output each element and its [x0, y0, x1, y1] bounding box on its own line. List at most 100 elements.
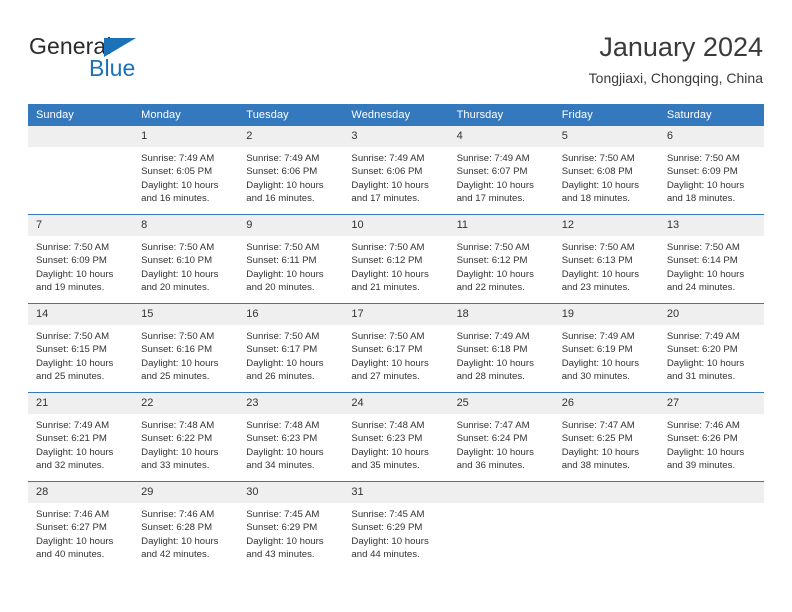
sunset-text: Sunset: 6:27 PM	[36, 522, 107, 534]
sunrise-text: Sunrise: 7:50 AM	[561, 153, 635, 164]
sunrise-text: Sunrise: 7:49 AM	[351, 153, 425, 164]
daylight-text-line2: and 26 minutes.	[246, 370, 315, 382]
calendar-day-cell[interactable]: 27 Sunrise: 7:46 AM Sunset: 6:26 PM Dayligh…	[658, 392, 764, 482]
calendar-day-cell[interactable]: 28 Sunrise: 7:46 AM Sunset: 6:27 PM Dayligh…	[28, 481, 134, 570]
daylight-text-line2: and 34 minutes.	[246, 459, 315, 471]
sunrise-text: Sunrise: 7:50 AM	[456, 242, 530, 253]
sunrise-text: Sunrise: 7:50 AM	[351, 242, 425, 253]
calendar-day-cell[interactable]: 12 Sunrise: 7:50 AM Sunset: 6:13 PM Dayligh…	[553, 214, 659, 304]
calendar-day-cell[interactable]: 19 Sunrise: 7:49 AM Sunset: 6:19 PM Dayligh…	[553, 303, 659, 393]
calendar-day-cell[interactable]: 16 Sunrise: 7:50 AM Sunset: 6:17 PM Dayligh…	[238, 303, 344, 393]
calendar-day-cell[interactable]: 23 Sunrise: 7:48 AM Sunset: 6:23 PM Dayligh…	[238, 392, 344, 482]
day-details: Sunrise: 7:50 AM Sunset: 6:17 PM Daylight:…	[238, 325, 343, 383]
calendar-day-cell[interactable]: 17 Sunrise: 7:50 AM Sunset: 6:17 PM Dayligh…	[343, 303, 449, 393]
day-number: 3	[343, 126, 449, 147]
daylight-text-line2: and 25 minutes.	[36, 370, 105, 382]
day-number: 5	[553, 126, 659, 147]
calendar-day-cell-empty	[553, 481, 659, 570]
calendar-day-cell-empty	[28, 126, 134, 215]
calendar-week-row: 28 Sunrise: 7:46 AM Sunset: 6:27 PM Dayligh…	[28, 481, 764, 570]
sunrise-text: Sunrise: 7:48 AM	[141, 420, 215, 431]
daylight-text-line1: Daylight: 10 hours	[456, 446, 534, 458]
day-number: 12	[553, 215, 659, 236]
daylight-text-line1: Daylight: 10 hours	[141, 357, 219, 369]
calendar-day-cell[interactable]: 11 Sunrise: 7:50 AM Sunset: 6:12 PM Dayligh…	[448, 214, 554, 304]
day-number: 23	[238, 393, 344, 414]
day-number: 27	[658, 393, 764, 414]
day-details: Sunrise: 7:50 AM Sunset: 6:14 PM Daylight:…	[659, 236, 764, 294]
day-details: Sunrise: 7:49 AM Sunset: 6:06 PM Daylight:…	[238, 147, 343, 205]
sunrise-text: Sunrise: 7:50 AM	[141, 242, 215, 253]
calendar-week-row: 21 Sunrise: 7:49 AM Sunset: 6:21 PM Dayligh…	[28, 392, 764, 482]
calendar-day-cell[interactable]: 1 Sunrise: 7:49 AM Sunset: 6:05 PM Daylight…	[133, 126, 239, 215]
day-details: Sunrise: 7:50 AM Sunset: 6:13 PM Daylight:…	[554, 236, 659, 294]
day-details: Sunrise: 7:45 AM Sunset: 6:29 PM Daylight:…	[343, 503, 448, 561]
sunrise-text: Sunrise: 7:46 AM	[36, 509, 110, 520]
day-number: 30	[238, 482, 344, 503]
daylight-text-line1: Daylight: 10 hours	[351, 357, 429, 369]
calendar-day-cell[interactable]: 4 Sunrise: 7:49 AM Sunset: 6:07 PM Daylight…	[448, 126, 554, 215]
calendar-day-cell[interactable]: 25 Sunrise: 7:47 AM Sunset: 6:24 PM Dayligh…	[448, 392, 554, 482]
calendar-day-cell[interactable]: 15 Sunrise: 7:50 AM Sunset: 6:16 PM Dayligh…	[133, 303, 239, 393]
calendar-day-cell[interactable]: 10 Sunrise: 7:50 AM Sunset: 6:12 PM Dayligh…	[343, 214, 449, 304]
sunset-text: Sunset: 6:28 PM	[141, 522, 213, 534]
calendar-day-cell[interactable]: 9 Sunrise: 7:50 AM Sunset: 6:11 PM Daylight…	[238, 214, 344, 304]
calendar-day-cell[interactable]: 22 Sunrise: 7:48 AM Sunset: 6:22 PM Dayligh…	[133, 392, 239, 482]
day-details: Sunrise: 7:50 AM Sunset: 6:17 PM Daylight:…	[343, 325, 448, 383]
calendar-day-cell[interactable]: 21 Sunrise: 7:49 AM Sunset: 6:21 PM Dayligh…	[28, 392, 134, 482]
calendar-day-cell[interactable]: 14 Sunrise: 7:50 AM Sunset: 6:15 PM Dayligh…	[28, 303, 134, 393]
calendar-day-cell[interactable]: 8 Sunrise: 7:50 AM Sunset: 6:10 PM Daylight…	[133, 214, 239, 304]
title-block: January 2024 Tongjiaxi, Chongqing, China	[589, 30, 763, 89]
sunset-text: Sunset: 6:08 PM	[561, 166, 633, 178]
sunrise-text: Sunrise: 7:46 AM	[141, 509, 215, 520]
day-details: Sunrise: 7:46 AM Sunset: 6:27 PM Daylight:…	[28, 503, 133, 561]
sunset-text: Sunset: 6:07 PM	[456, 166, 528, 178]
calendar-day-cell[interactable]: 13 Sunrise: 7:50 AM Sunset: 6:14 PM Dayligh…	[658, 214, 764, 304]
daylight-text-line2: and 31 minutes.	[666, 370, 736, 382]
sunrise-text: Sunrise: 7:47 AM	[456, 420, 530, 431]
sunset-text: Sunset: 6:29 PM	[351, 522, 423, 534]
sunset-text: Sunset: 6:23 PM	[246, 433, 318, 445]
sunrise-text: Sunrise: 7:45 AM	[246, 509, 320, 520]
day-number: 9	[238, 215, 344, 236]
day-number: 10	[343, 215, 449, 236]
calendar-day-cell[interactable]: 18 Sunrise: 7:49 AM Sunset: 6:18 PM Dayligh…	[448, 303, 554, 393]
calendar-day-cell[interactable]: 31 Sunrise: 7:45 AM Sunset: 6:29 PM Dayligh…	[343, 481, 449, 570]
daylight-text-line1: Daylight: 10 hours	[36, 446, 114, 458]
daylight-text-line1: Daylight: 10 hours	[141, 535, 219, 547]
sunrise-text: Sunrise: 7:47 AM	[561, 420, 635, 431]
calendar-day-cell[interactable]: 20 Sunrise: 7:49 AM Sunset: 6:20 PM Dayligh…	[658, 303, 764, 393]
day-details: Sunrise: 7:46 AM Sunset: 6:28 PM Daylight:…	[133, 503, 238, 561]
calendar-day-cell[interactable]: 3 Sunrise: 7:49 AM Sunset: 6:06 PM Daylight…	[343, 126, 449, 215]
daylight-text-line1: Daylight: 10 hours	[141, 268, 219, 280]
day-details: Sunrise: 7:49 AM Sunset: 6:05 PM Daylight:…	[133, 147, 238, 205]
daylight-text-line2: and 36 minutes.	[456, 459, 525, 471]
calendar-day-cell[interactable]: 30 Sunrise: 7:45 AM Sunset: 6:29 PM Dayligh…	[238, 481, 344, 570]
page-title: January 2024	[599, 32, 763, 62]
daylight-text-line2: and 21 minutes.	[351, 281, 420, 293]
sunset-text: Sunset: 6:25 PM	[561, 433, 633, 445]
day-number	[658, 482, 764, 503]
calendar-day-cell[interactable]: 7 Sunrise: 7:50 AM Sunset: 6:09 PM Daylight…	[28, 214, 134, 304]
weekday-header-tuesday: Tuesday	[238, 104, 344, 126]
weekday-header-monday: Monday	[133, 104, 239, 126]
day-number: 1	[133, 126, 239, 147]
calendar-day-cell[interactable]: 6 Sunrise: 7:50 AM Sunset: 6:09 PM Daylight…	[658, 126, 764, 215]
calendar-day-cell[interactable]: 5 Sunrise: 7:50 AM Sunset: 6:08 PM Daylight…	[553, 126, 659, 215]
sunset-text: Sunset: 6:17 PM	[351, 344, 423, 356]
daylight-text-line2: and 23 minutes.	[561, 281, 630, 293]
calendar-day-cell[interactable]: 29 Sunrise: 7:46 AM Sunset: 6:28 PM Dayligh…	[133, 481, 239, 570]
daylight-text-line2: and 39 minutes.	[666, 459, 736, 471]
calendar-day-cell[interactable]: 26 Sunrise: 7:47 AM Sunset: 6:25 PM Dayligh…	[553, 392, 659, 482]
sunset-text: Sunset: 6:11 PM	[246, 255, 317, 267]
calendar-day-cell[interactable]: 2 Sunrise: 7:49 AM Sunset: 6:06 PM Daylight…	[238, 126, 344, 215]
generalblue-logo[interactable]: General Blue	[29, 33, 219, 83]
daylight-text-line2: and 42 minutes.	[141, 548, 210, 560]
day-details: Sunrise: 7:50 AM Sunset: 6:12 PM Daylight:…	[449, 236, 554, 294]
daylight-text-line2: and 35 minutes.	[351, 459, 420, 471]
daylight-text-line1: Daylight: 10 hours	[141, 179, 219, 191]
day-number: 4	[448, 126, 554, 147]
calendar-day-cell-empty	[448, 481, 554, 570]
calendar-day-cell[interactable]: 24 Sunrise: 7:48 AM Sunset: 6:23 PM Dayligh…	[343, 392, 449, 482]
sunrise-text: Sunrise: 7:50 AM	[666, 153, 740, 164]
